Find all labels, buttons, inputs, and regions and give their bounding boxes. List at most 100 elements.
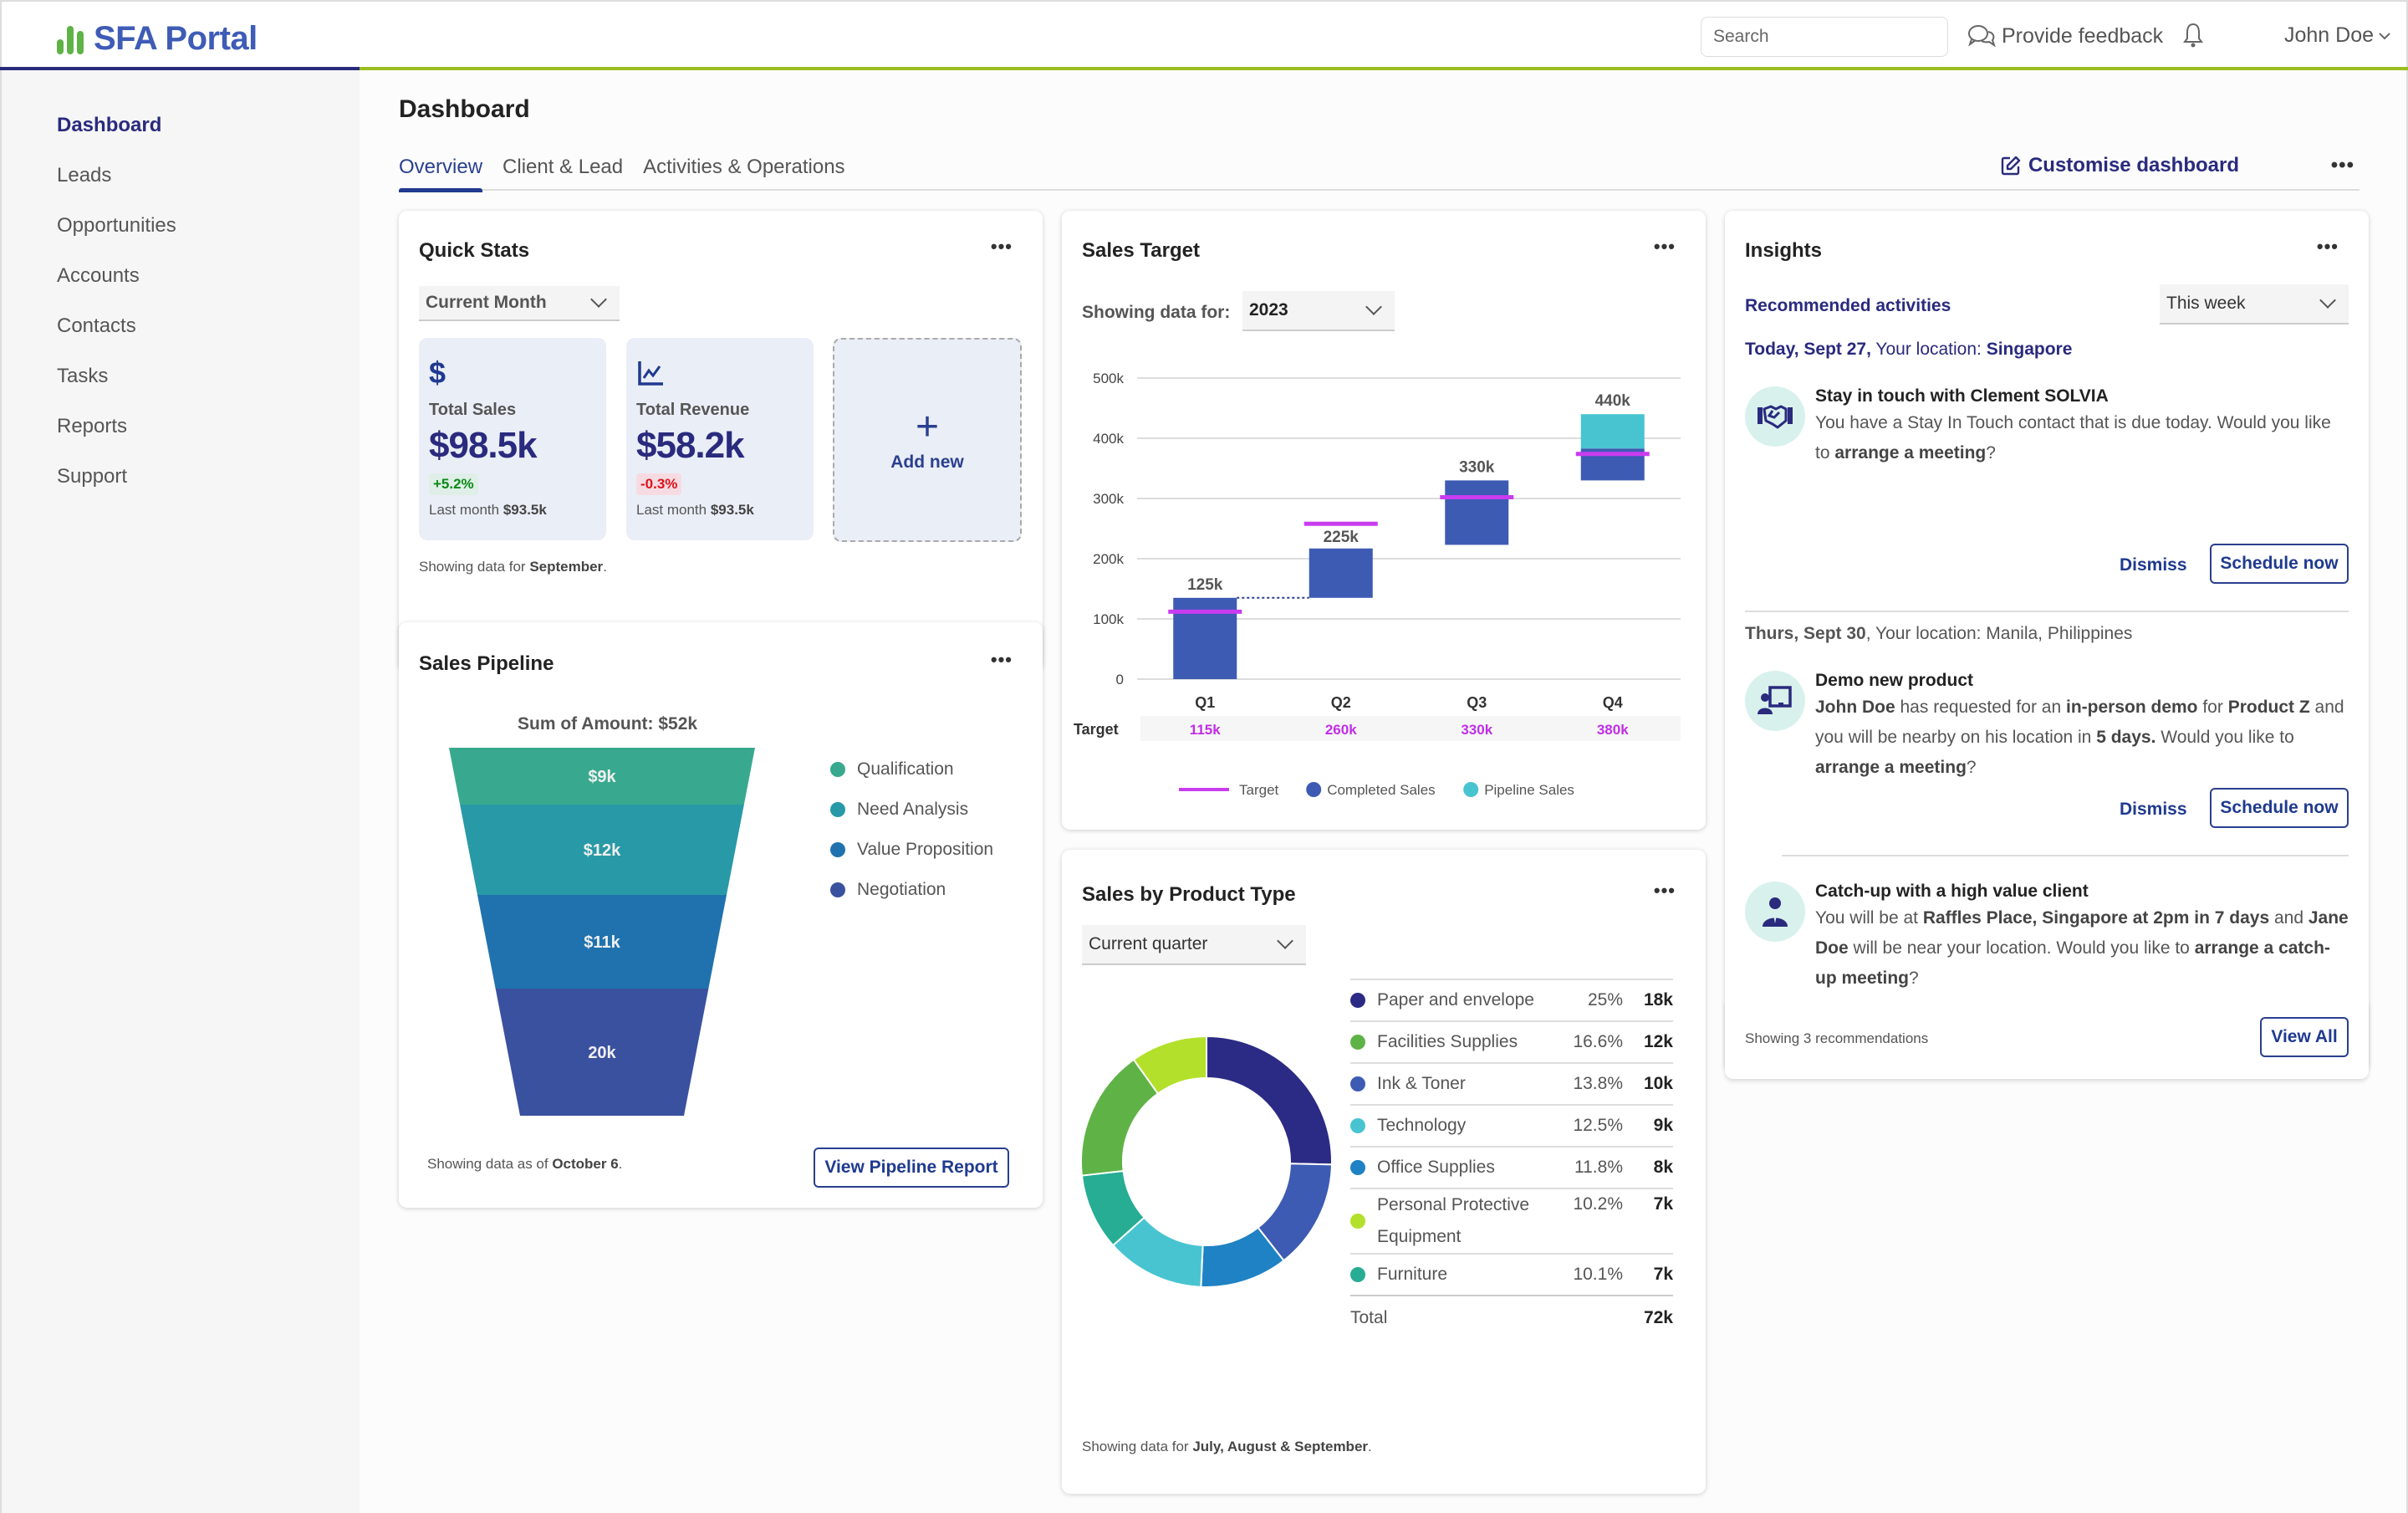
sidebar-item-leads[interactable]: Leads [2,151,360,201]
insights-period-select[interactable]: This week [2160,284,2349,325]
tab-overview[interactable]: Overview [399,152,483,192]
stat-change-badge: -0.3% [636,473,682,495]
pipeline-sales-bar [1580,414,1645,449]
quick-stats-period-select[interactable]: Current Month [419,286,620,321]
text-emphasis: in-person demo [2065,698,2198,717]
dollar-icon: $ [429,355,446,390]
sales-pipeline-more-icon[interactable]: ••• [991,649,1013,671]
bar-value-label: 225k [1324,529,1360,546]
product-color-dot [1350,1076,1365,1091]
product-donut-chart [1080,1035,1333,1288]
footnote-month: September [529,559,604,575]
legend-label: Negotiation [857,880,946,899]
product-color-dot [1350,1267,1365,1282]
sales-by-product-more-icon[interactable]: ••• [1654,880,1676,902]
sales-target-more-icon[interactable]: ••• [1654,236,1676,258]
product-color-dot [1350,993,1365,1008]
text-emphasis: Product Z [2227,698,2310,717]
product-color-dot [1350,1118,1365,1133]
dismiss-button[interactable]: Dismiss [2120,800,2187,820]
text-emphasis: Raffles Place, Singapore at 2pm in 7 day… [1922,908,2270,928]
insight-title: Demo new product [1815,671,1974,690]
sidebar-item-opportunities[interactable]: Opportunities [2,201,360,251]
product-row: Technology 12.5% 9k [1350,1106,1673,1148]
y-tick-label: 100k [1093,611,1124,627]
sidebar-item-reports[interactable]: Reports [2,401,360,452]
insights-date-group-today: Today, Sept 27, Your location: Singapore [1745,340,2072,360]
text-part: ? [1909,969,1919,988]
app-logo[interactable]: SFA Portal [57,20,258,58]
product-name: Facilities Supplies [1377,1032,1518,1051]
text-emphasis: arrange a meeting [1815,758,1967,777]
target-value-label: 380k [1597,722,1629,738]
insights-more-icon[interactable]: ••• [2317,236,2339,258]
bar-value-label: 125k [1187,576,1223,594]
legend-label: Qualification [857,759,954,779]
customise-dashboard-label: Customise dashboard [2028,154,2239,176]
sidebar-item-accounts[interactable]: Accounts [2,251,360,301]
notifications-button[interactable] [2182,22,2204,53]
page-more-options-icon[interactable]: ••• [2331,154,2354,177]
quick-stats-card: Quick Stats ••• Current Month $ Total Sa… [399,211,1043,671]
search-box[interactable] [1701,17,1948,57]
text-part: for [2197,698,2228,717]
group-location: Singapore [1986,340,2073,359]
view-pipeline-report-button[interactable]: View Pipeline Report [814,1148,1009,1188]
sidebar-item-support[interactable]: Support [2,452,360,502]
chevron-down-icon [590,291,607,308]
y-tick-label: 0 [1116,672,1124,687]
text-part: will be near your location. Would you li… [1848,938,2195,958]
presentation-icon [1745,671,1805,731]
product-period-select[interactable]: Current quarter [1082,925,1306,965]
sales-target-year-select[interactable]: 2023 [1242,291,1395,331]
sales-by-product-card: Sales by Product Type ••• Current quarte… [1062,850,1706,1494]
page-title: Dashboard [399,95,530,123]
legend-label: Value Proposition [857,840,994,859]
text-emphasis: John Doe [1815,698,1895,717]
tab-client-lead[interactable]: Client & Lead [503,152,623,191]
insights-title: Insights [1745,239,1823,262]
legend-dot [830,842,845,857]
schedule-now-button[interactable]: Schedule now [2210,788,2349,828]
target-value-label: 260k [1325,722,1357,738]
search-input[interactable] [1713,27,1940,47]
sidebar-item-dashboard[interactable]: Dashboard [2,100,360,151]
add-new-stat-button[interactable]: + Add new [833,338,1022,542]
pipeline-funnel-chart: $9k $12k $11k 20k [449,748,755,1116]
stat-total-revenue[interactable]: Total Revenue $58.2k -0.3% Last month $9… [626,338,814,540]
dismiss-button[interactable]: Dismiss [2120,555,2187,575]
provide-feedback-label: Provide feedback [2002,23,2164,48]
user-menu[interactable]: John Doe [2284,23,2390,48]
sales-target-filter-label: Showing data for: [1082,303,1231,322]
sales-target-chart: 0 100k 200k 300k 400k 500k Target 125k Q1 115k 225… [1074,371,1681,798]
quick-stats-more-icon[interactable]: ••• [991,236,1013,258]
text-part: ? [1986,443,1996,463]
tab-activities-operations[interactable]: Activities & Operations [643,152,844,191]
sidebar-item-tasks[interactable]: Tasks [2,351,360,401]
x-tick-label: Q4 [1603,694,1623,711]
legend-swatch [1463,782,1479,797]
insights-card: Insights ••• Recommended activities This… [1725,211,2369,1072]
legend-label: Target [1239,782,1279,798]
stat-total-sales[interactable]: $ Total Sales $98.5k +5.2% Last month $9… [419,338,606,540]
funnel-legend: Qualification Need Analysis Value Proposit… [830,749,993,910]
text-part: You will be at [1815,908,1923,928]
product-value: 8k [1653,1158,1673,1177]
view-all-button[interactable]: View All [2260,1017,2349,1057]
funnel-segment-label: $11k [584,933,620,952]
product-value: 12k [1643,1032,1673,1051]
chevron-down-icon [1365,299,1382,315]
sidebar-item-contacts[interactable]: Contacts [2,301,360,351]
schedule-now-button[interactable]: Schedule now [2210,544,2349,584]
y-tick-label: 300k [1093,491,1124,507]
quick-stats-period-value: Current Month [426,293,547,312]
product-row: Furniture 10.1% 7k [1350,1255,1673,1296]
product-breakdown-table: Paper and envelope 25% 18k Facilities Suppl… [1350,979,1673,1328]
sales-pipeline-footnote: Showing data as of October 6. [427,1156,623,1172]
recommended-activities-label: Recommended activities [1745,296,1951,315]
handshake-icon [1745,386,1805,447]
provide-feedback-button[interactable]: Provide feedback [1967,23,2163,49]
insight-text: John Doe has requested for an in-person … [1815,693,2350,783]
x-tick-label: Q2 [1331,694,1351,711]
customise-dashboard-button[interactable]: Customise dashboard [2000,154,2239,177]
